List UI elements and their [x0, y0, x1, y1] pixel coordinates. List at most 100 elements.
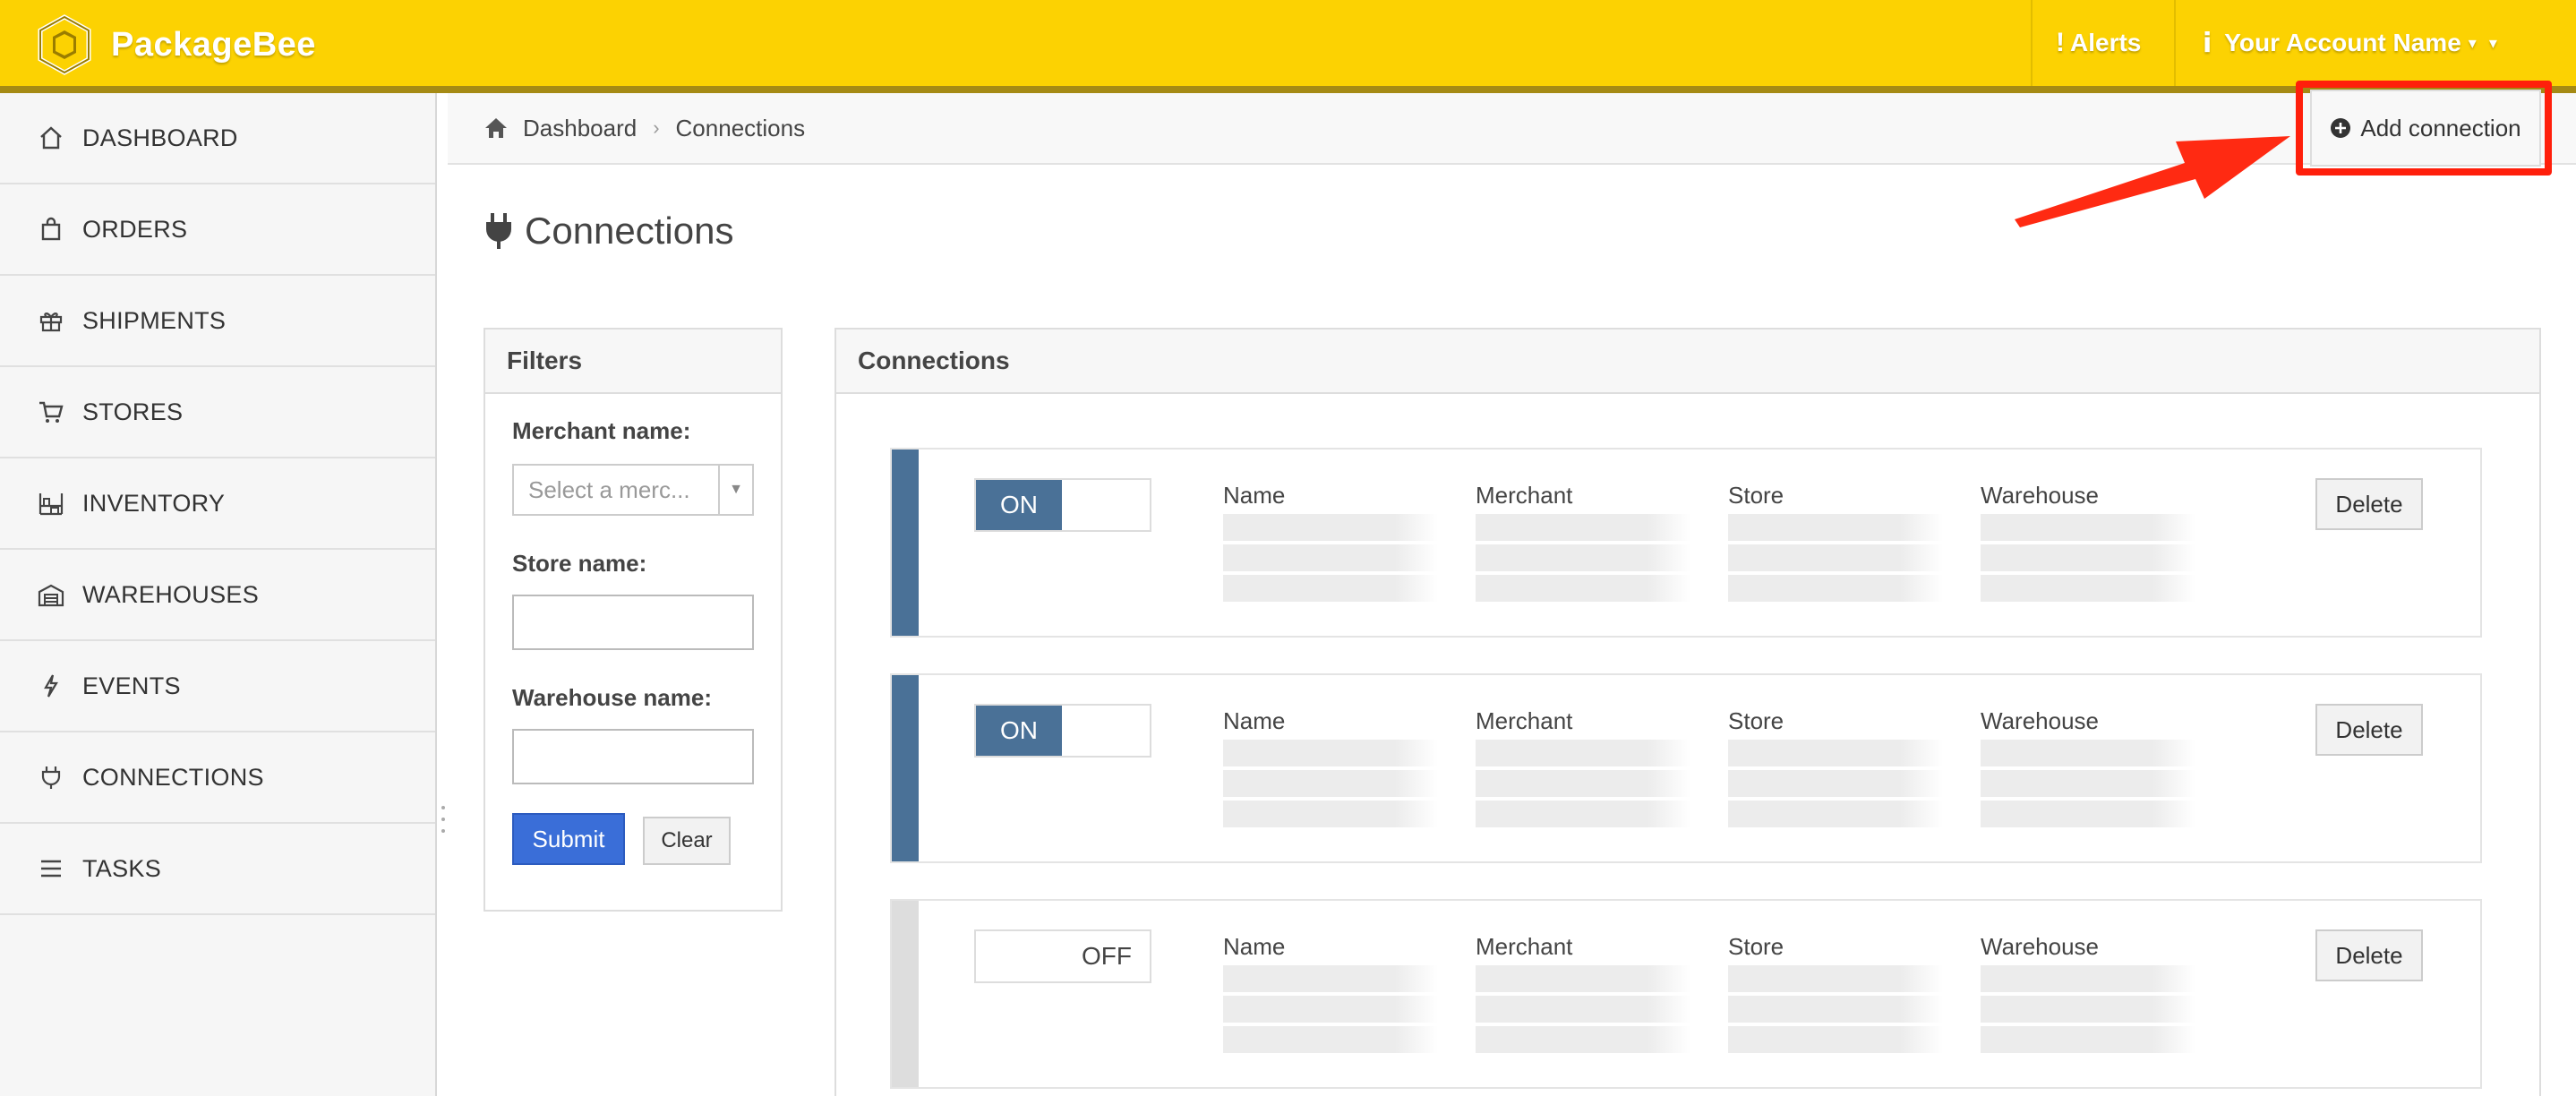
- column-label: Warehouse: [1981, 933, 2099, 960]
- sidebar-item-connections[interactable]: CONNECTIONS: [0, 732, 435, 824]
- submit-button[interactable]: Submit: [512, 813, 625, 865]
- account-menu[interactable]: ⅰ Your Account Name ▾ ▾: [2203, 0, 2497, 86]
- connection-toggle[interactable]: ON: [974, 704, 1151, 758]
- exclamation-icon: !: [2056, 28, 2065, 57]
- chevron-right-icon: ›: [653, 116, 660, 139]
- store-column: Store: [1728, 933, 1943, 1053]
- sidebar-item-label: STORES: [82, 398, 184, 425]
- status-bar: [892, 901, 919, 1087]
- warehouse-icon: [36, 579, 66, 610]
- column-label: Warehouse: [1981, 482, 2099, 509]
- connections-title: Connections: [836, 330, 2539, 394]
- merchant-select-placeholder: Select a merc...: [528, 475, 690, 503]
- sidebar-item-label: EVENTS: [82, 672, 181, 699]
- bolt-icon: [36, 671, 66, 701]
- store-column: Store: [1728, 482, 1943, 602]
- sidebar-item-label: INVENTORY: [82, 489, 226, 517]
- home-icon: [36, 123, 66, 153]
- cart-icon: [36, 397, 66, 427]
- name-column: Name: [1223, 482, 1438, 602]
- sidebar-item-label: ORDERS: [82, 215, 188, 243]
- sidebar-item-orders[interactable]: ORDERS: [0, 184, 435, 276]
- caret-down-icon: ▾: [2488, 33, 2497, 52]
- filters-title: Filters: [485, 330, 781, 394]
- name-column: Name: [1223, 707, 1438, 827]
- column-label: Name: [1223, 482, 1286, 509]
- home-icon: [485, 118, 507, 138]
- highlight-box: [2296, 81, 2552, 176]
- alerts-label: Alerts: [2070, 29, 2142, 56]
- page-title-text: Connections: [525, 210, 734, 252]
- divider: [2031, 0, 2033, 86]
- column-label: Name: [1223, 707, 1286, 734]
- column-label: Store: [1728, 933, 1784, 960]
- caret-down-icon: ▼: [718, 466, 752, 514]
- merchant-column: Merchant: [1476, 707, 1690, 827]
- delete-button[interactable]: Delete: [2315, 478, 2423, 530]
- warehouse-column: Warehouse: [1981, 933, 2195, 1053]
- sidebar-item-tasks[interactable]: TASKS: [0, 824, 435, 915]
- toggle-state: ON: [976, 480, 1062, 530]
- account-name: Your Account Name: [2224, 29, 2461, 56]
- gift-box-icon: [36, 305, 66, 336]
- delete-button[interactable]: Delete: [2315, 929, 2423, 981]
- hexagon-logo-icon: [38, 14, 91, 75]
- store-column: Store: [1728, 707, 1943, 827]
- breadcrumb-current: Connections: [675, 114, 806, 141]
- plug-icon: [36, 762, 66, 792]
- sidebar-item-stores[interactable]: STORES: [0, 367, 435, 458]
- sidebar-item-dashboard[interactable]: DASHBOARD: [0, 93, 435, 184]
- column-label: Warehouse: [1981, 707, 2099, 734]
- brand-name: PackageBee: [111, 25, 316, 64]
- connection-card: ON Name Merchant Store Warehouse Delete: [890, 673, 2482, 863]
- divider: [2174, 0, 2176, 86]
- sidebar-resize-handle[interactable]: [439, 806, 448, 833]
- sidebar-item-events[interactable]: EVENTS: [0, 641, 435, 732]
- connection-card: OFF Name Merchant Store Warehouse Delete: [890, 899, 2482, 1089]
- warehouse-column: Warehouse: [1981, 707, 2195, 827]
- toggle-state: ON: [976, 706, 1062, 756]
- chevron-down-icon: ▾: [2468, 33, 2477, 52]
- user-icon: ⅰ: [2203, 28, 2212, 58]
- shelves-icon: [36, 488, 66, 518]
- name-column: Name: [1223, 933, 1438, 1053]
- breadcrumb-dashboard-link[interactable]: Dashboard: [523, 115, 637, 142]
- status-bar: [892, 450, 919, 636]
- sidebar-item-warehouses[interactable]: WAREHOUSES: [0, 550, 435, 641]
- filters-panel: Filters Merchant name: Select a merc... …: [484, 328, 783, 912]
- bag-icon: [36, 214, 66, 244]
- sidebar-item-shipments[interactable]: SHIPMENTS: [0, 276, 435, 367]
- connection-card: ON Name Merchant Store Warehouse Delete: [890, 448, 2482, 638]
- sidebar-item-label: DASHBOARD: [82, 124, 238, 151]
- column-label: Store: [1728, 482, 1784, 509]
- warehouse-label: Warehouse name:: [512, 684, 712, 711]
- merchant-label: Merchant name:: [512, 417, 691, 444]
- clear-button[interactable]: Clear: [643, 817, 731, 865]
- sidebar-item-label: SHIPMENTS: [82, 306, 227, 334]
- warehouse-input[interactable]: [512, 729, 754, 784]
- toggle-state: OFF: [1082, 942, 1132, 970]
- sidebar-item-label: TASKS: [82, 854, 162, 882]
- sidebar: DASHBOARD ORDERS SHIPMENTS STORES INVENT…: [0, 93, 437, 1096]
- merchant-column: Merchant: [1476, 482, 1690, 602]
- list-icon: [36, 853, 66, 884]
- alerts-link[interactable]: ! Alerts: [2056, 0, 2141, 86]
- column-label: Merchant: [1476, 482, 1573, 509]
- page-title: Connections: [484, 206, 733, 256]
- sidebar-item-inventory[interactable]: INVENTORY: [0, 458, 435, 550]
- column-label: Merchant: [1476, 707, 1573, 734]
- merchant-select[interactable]: Select a merc... ▼: [512, 464, 754, 516]
- store-label: Store name:: [512, 550, 647, 577]
- status-bar: [892, 675, 919, 861]
- connections-panel: Connections ON Name Merchant Store Wareh…: [834, 328, 2541, 1096]
- delete-button[interactable]: Delete: [2315, 704, 2423, 756]
- brand[interactable]: PackageBee: [34, 14, 316, 75]
- plug-icon: [486, 213, 511, 249]
- store-input[interactable]: [512, 595, 754, 650]
- connection-toggle[interactable]: ON: [974, 478, 1151, 532]
- column-label: Store: [1728, 707, 1784, 734]
- merchant-column: Merchant: [1476, 933, 1690, 1053]
- connection-toggle[interactable]: OFF: [974, 929, 1151, 983]
- top-navbar: PackageBee ! Alerts ⅰ Your Account Name …: [0, 0, 2576, 93]
- column-label: Name: [1223, 933, 1286, 960]
